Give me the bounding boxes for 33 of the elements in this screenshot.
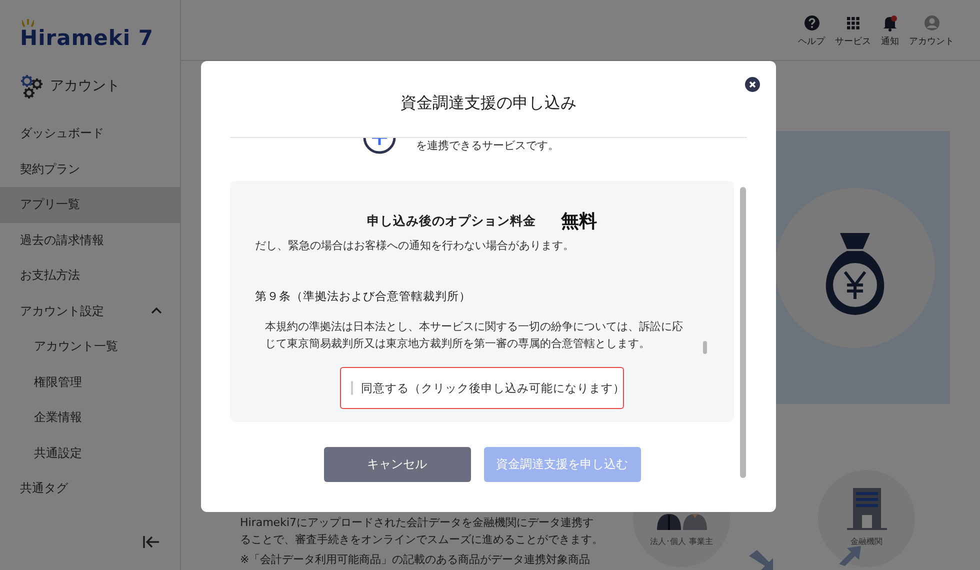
sidebar-subitem[interactable]: 共通設定 — [0, 436, 180, 471]
article-text: 本規約の準拠法は日本法とし、本サービスに関する一切の紛争については、訴訟に応じて東京簡易裁判所又は東京地方裁判所を第一審の専属的合意管轄とします。 — [265, 319, 684, 352]
terms-text: だし、緊急の場合はお客様への通知を行わない場合があります。 — [255, 239, 575, 253]
sidebar-subitem[interactable]: 権限管理 — [0, 364, 180, 400]
agree-option[interactable]: 同意する（クリック後申し込み可能になります） — [340, 367, 624, 409]
header-action[interactable]: アカウント — [909, 15, 954, 48]
fee-label: 申し込み後のオプション料金 — [367, 212, 536, 230]
sidebar-item[interactable]: ダッシュボード — [0, 116, 180, 152]
sidebar-item[interactable]: お支払方法 — [0, 258, 180, 294]
sidebar-item[interactable]: 過去の請求情報 — [0, 222, 180, 258]
modal-title: 資金調達支援の申し込み — [230, 61, 747, 138]
section-title: アカウント — [50, 77, 120, 95]
sidebar-item[interactable]: 共通タグ — [0, 471, 180, 506]
sidebar-item[interactable]: 契約プラン — [0, 152, 180, 187]
note-text: ※「会計データ利用可能商品」の記載のある商品がデータ連携対象商品 — [240, 552, 592, 568]
sidebar-item[interactable]: アプリ一覧 — [0, 187, 180, 222]
agree-label: 同意する（クリック後申し込み可能になります） — [361, 380, 625, 396]
article-title: 第９条（準拠法および合意管轄裁判所） — [255, 289, 472, 304]
sidebar-subitem[interactable]: アカウント一覧 — [0, 329, 180, 364]
cancel-button[interactable]: キャンセル — [324, 447, 470, 482]
header-action[interactable]: ヘルプ — [798, 15, 825, 48]
header-action[interactable]: 通知 — [881, 15, 899, 48]
party-label: 金融機関 — [850, 536, 882, 547]
group-label: アカウント設定 — [20, 302, 104, 320]
logo-text: Hirameki 7 — [20, 26, 154, 50]
sidebar-group[interactable]: アカウント設定 — [0, 294, 180, 329]
intro-text: を連携できるサービスです。 — [416, 139, 559, 153]
sidebar-subitem[interactable]: 企業情報 — [0, 400, 180, 436]
fee-value: 無料 — [561, 210, 597, 233]
description-text: ることで、審査手続きをオンラインでスムーズに進めることができます。 — [240, 532, 604, 548]
header-action[interactable]: サービス — [835, 15, 871, 48]
party-label: 法人･個人 事業主 — [650, 536, 713, 547]
description-text: Hirameki7にアップロードされた会計データを金融機関にデータ連携す — [240, 515, 594, 531]
